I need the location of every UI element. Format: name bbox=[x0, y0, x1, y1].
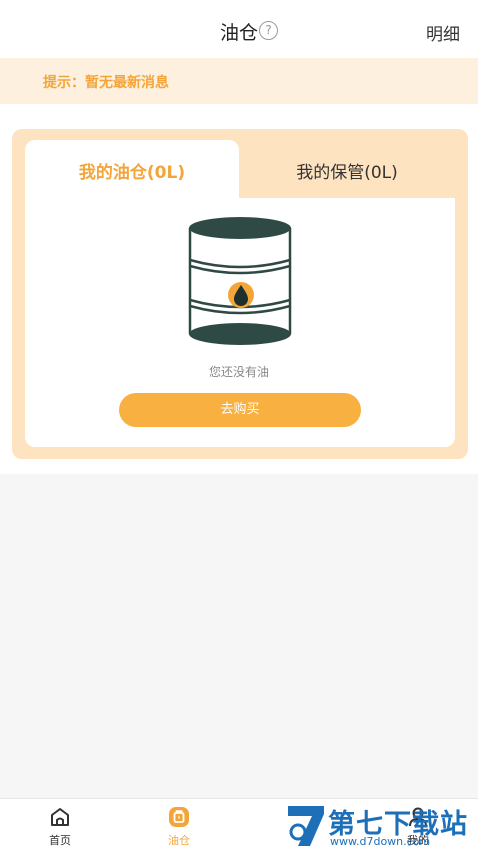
question-circle-icon[interactable]: ? bbox=[259, 21, 278, 40]
top-bar: 油仓 ? 明细 bbox=[0, 0, 478, 58]
tab-my-oil-tank-label: 我的油仓(0L) bbox=[78, 163, 186, 183]
tab-my-oil-tank[interactable]: 我的油仓(0L) bbox=[25, 140, 239, 198]
tabbar-item-oil-tank[interactable]: 油仓 bbox=[139, 799, 219, 851]
watermark-badge-icon bbox=[288, 806, 324, 846]
home-icon bbox=[51, 808, 69, 826]
tabbar-item-home[interactable]: 首页 bbox=[20, 799, 100, 851]
watermark-logo: 第七下载站 www.d7down.com bbox=[282, 800, 478, 850]
oil-tank-icon bbox=[169, 807, 189, 827]
tabbar-label-home: 首页 bbox=[49, 834, 71, 847]
tab-my-custody[interactable]: 我的保管(0L) bbox=[239, 140, 455, 198]
notice-text: 提示：暂无最新消息 bbox=[43, 75, 169, 91]
notice-bar: 提示：暂无最新消息 bbox=[0, 58, 478, 104]
empty-state-text: 您还没有油 bbox=[208, 365, 269, 379]
oil-barrel-icon bbox=[186, 216, 294, 350]
watermark-url: www.d7down.com bbox=[330, 835, 431, 848]
tab-my-custody-label: 我的保管(0L) bbox=[296, 163, 398, 183]
page-title: 油仓 bbox=[219, 22, 258, 44]
go-buy-button[interactable]: 去购买 bbox=[119, 393, 361, 427]
tabbar-label-oil-tank: 油仓 bbox=[168, 834, 190, 847]
detail-link[interactable]: 明细 bbox=[426, 20, 460, 45]
